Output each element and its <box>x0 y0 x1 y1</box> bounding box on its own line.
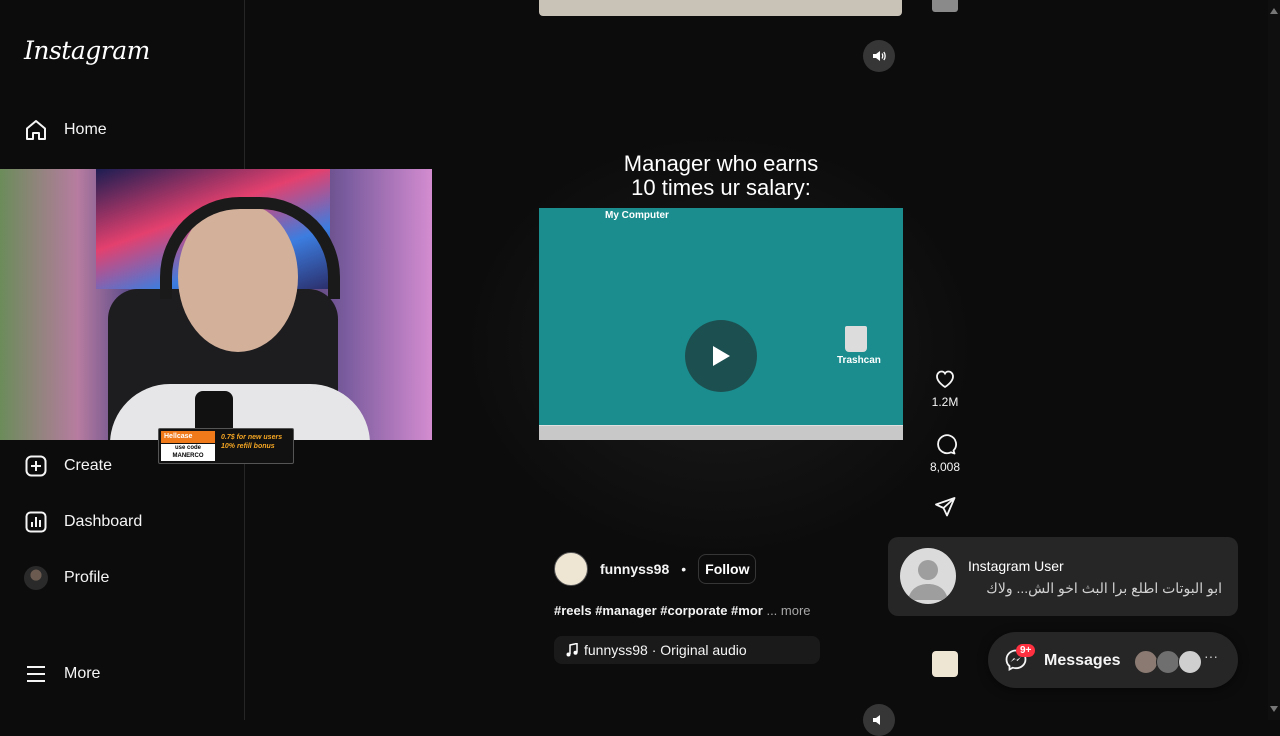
mute-button[interactable] <box>863 40 895 72</box>
speaker-icon <box>873 715 880 725</box>
scroll-down-arrow-icon[interactable] <box>1270 706 1278 712</box>
unread-badge: 9+ <box>1016 644 1036 657</box>
sidebar-item-create[interactable]: Create <box>24 452 112 480</box>
play-button[interactable] <box>685 320 757 392</box>
send-icon <box>935 497 956 517</box>
comment-action[interactable]: 8,008 <box>928 432 962 474</box>
sponsor-brand: Hellcase <box>161 431 215 443</box>
sidebar-item-home[interactable]: Home <box>24 116 107 144</box>
sidebar-item-label: Profile <box>64 569 110 586</box>
reel-caption-overlay: Manager who earns 10 times ur salary: <box>539 152 903 200</box>
sponsor-banner: Hellcase use code MANERCO 0.7$ for new u… <box>158 428 294 464</box>
more-link[interactable]: ... more <box>766 603 810 618</box>
scroll-up-arrow-icon[interactable] <box>1270 8 1278 14</box>
sidebar-item-label: Home <box>64 121 107 138</box>
create-icon <box>25 455 47 477</box>
like-count: 1.2M <box>931 395 959 409</box>
play-icon <box>713 346 730 366</box>
sidebar-item-profile[interactable]: Profile <box>24 564 109 592</box>
sidebar-item-label: Dashboard <box>64 513 143 530</box>
audio-label: funnyss98 · Original audio <box>584 642 747 658</box>
profile-avatar <box>24 566 48 590</box>
notification-message: ابو البوتات اطلع برا البث اخو الش... ولا… <box>986 580 1222 596</box>
like-action[interactable]: 1.2M <box>928 367 962 409</box>
taskbar <box>539 425 903 440</box>
hashtag-text[interactable]: #reels #manager #corporate #mor <box>554 603 763 618</box>
sidebar-item-dashboard[interactable]: Dashboard <box>24 508 142 536</box>
sidebar-item-more[interactable]: More <box>24 660 100 688</box>
instagram-logo[interactable]: Instagram <box>24 36 150 65</box>
message-notification[interactable]: Instagram User ابو البوتات اطلع برا البث… <box>888 537 1238 616</box>
speaker-icon <box>873 51 886 61</box>
reel-hashtags: #reels #manager #corporate #mor ... more <box>554 603 811 618</box>
share-action[interactable] <box>928 495 962 523</box>
sidebar-item-label: Create <box>64 457 113 474</box>
sponsor-offer-line2: 10% refill bonus <box>221 443 275 450</box>
comment-icon <box>937 434 957 455</box>
previous-reel-video[interactable] <box>539 0 902 16</box>
desktop-label: My Computer <box>605 210 669 221</box>
default-user-icon <box>908 560 948 600</box>
previous-reel-audio-thumbnail[interactable] <box>932 0 958 12</box>
reel-caption-line1: Manager who earns <box>623 151 819 176</box>
heart-icon <box>936 370 954 389</box>
messages-label: Messages <box>1044 652 1121 669</box>
notification-avatar <box>900 548 956 604</box>
follow-button[interactable]: Follow <box>698 554 757 584</box>
audio-pill[interactable]: funnyss98 · Original audio <box>554 636 820 664</box>
notification-title: Instagram User <box>968 558 1064 574</box>
reel-audio-thumbnail[interactable] <box>932 651 958 677</box>
trashcan-label: Trashcan <box>837 355 881 366</box>
dashboard-icon <box>25 511 47 533</box>
menu-icon <box>27 666 45 682</box>
conversation-avatar <box>1134 650 1158 674</box>
separator-dot: • <box>681 561 687 577</box>
trashcan-icon <box>845 326 867 352</box>
sponsor-offer-line1: 0.7$ for new users <box>221 434 283 441</box>
reel-caption-line2: 10 times ur salary: <box>631 175 811 200</box>
comment-count: 8,008 <box>929 460 961 474</box>
music-note-icon <box>566 643 578 657</box>
sponsor-code-value: MANERCO <box>172 453 204 459</box>
author-username[interactable]: funnyss98 <box>600 561 669 577</box>
sponsor-code-label: use code <box>174 445 201 451</box>
reel-author-row: funnyss98 • Follow <box>554 552 757 586</box>
sponsor-code: use code MANERCO <box>161 444 215 461</box>
conversation-avatar <box>1178 650 1202 674</box>
more-conversations-icon: ··· <box>1204 648 1218 664</box>
home-icon <box>26 120 46 140</box>
webcam-overlay <box>0 169 432 440</box>
sponsor-offer: 0.7$ for new users 10% refill bonus <box>221 433 291 451</box>
messages-button[interactable]: 9+ Messages ··· <box>988 632 1238 688</box>
author-avatar[interactable] <box>554 552 588 586</box>
conversation-avatar <box>1156 650 1180 674</box>
sidebar-item-label: More <box>64 665 101 682</box>
next-mute-button[interactable] <box>863 704 895 736</box>
scrollbar[interactable] <box>1268 0 1280 720</box>
